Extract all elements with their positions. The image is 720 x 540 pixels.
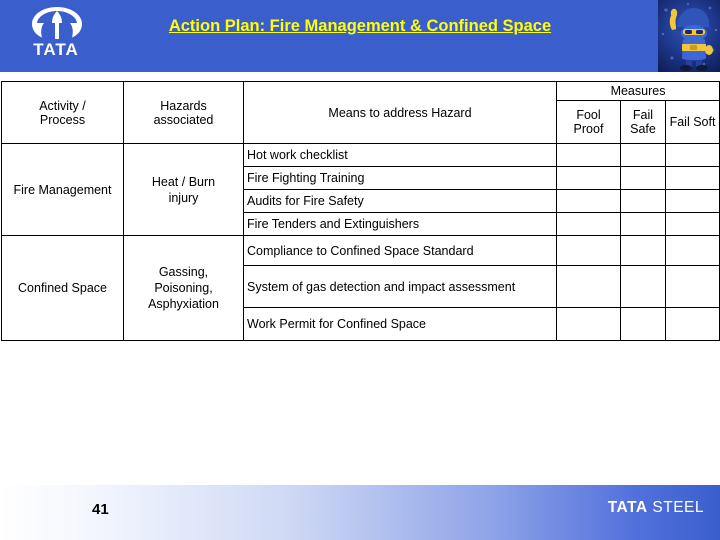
marker-fool-proof — [556, 235, 621, 266]
action-plan-table: Activity / Process Hazards associated Me… — [1, 81, 720, 341]
page-number: 41 — [92, 501, 109, 518]
marker-fail-soft — [664, 307, 720, 341]
column-header-means: Means to address Hazard — [243, 81, 557, 144]
column-header-hazards: Hazards associated — [123, 81, 244, 144]
cell-means: Compliance to Confined Space Standard — [243, 235, 557, 266]
tata-logo: TATA — [14, 6, 98, 68]
cell-hazard-confined-space: Gassing, Poisoning, Asphyxiation — [123, 235, 244, 341]
marker-fail-soft — [664, 265, 720, 308]
marker-fail-soft — [664, 143, 720, 167]
marker-fool-proof — [556, 166, 621, 190]
cell-means: System of gas detection and impact asses… — [243, 265, 557, 308]
table-header-row-1: Activity / Process Hazards associated Me… — [1, 81, 720, 144]
cell-hazard-line2: Poisoning, — [154, 281, 213, 295]
page-title: Action Plan: Fire Management & Confined … — [168, 17, 552, 35]
cell-activity-confined-space: Confined Space — [1, 235, 124, 341]
column-header-hazards-line2: associated — [153, 112, 214, 127]
tata-steel-footer-logo: TATA STEEL — [608, 499, 704, 517]
cell-hazard-line2: injury — [168, 190, 199, 205]
marker-fail-safe — [620, 307, 666, 341]
marker-fail-safe — [620, 212, 666, 236]
slide-header-band: TATA Action Plan: Fire Management & Conf… — [0, 0, 720, 72]
marker-fail-soft — [664, 166, 720, 190]
column-header-fail-safe: Fail Safe — [620, 100, 666, 144]
cell-means: Audits for Fire Safety — [243, 189, 557, 213]
slide-footer-band: 41 TATA STEEL — [0, 485, 720, 540]
footer-logo-steel: STEEL — [652, 499, 704, 516]
marker-fool-proof — [556, 189, 621, 213]
table-row: Confined Space Gassing, Poisoning, Asphy… — [1, 235, 720, 341]
column-group-header-measures: Measures — [555, 81, 720, 101]
marker-fool-proof — [556, 265, 621, 308]
cell-hazard-line1: Heat / Burn — [151, 174, 216, 189]
marker-fail-safe — [620, 235, 666, 266]
marker-fail-soft — [664, 212, 720, 236]
marker-fool-proof — [556, 143, 621, 167]
cell-hazard-fire-management: Heat / Burn injury — [123, 143, 244, 236]
marker-fail-safe — [620, 166, 666, 190]
column-header-activity-line1: Activity / — [39, 98, 86, 113]
cell-means: Fire Fighting Training — [243, 166, 557, 190]
cell-hazard-line3: Asphyxiation — [148, 297, 219, 311]
column-header-fool-proof: Fool Proof — [556, 100, 621, 144]
table-body: Fire Management Heat / Burn injury Hot w… — [1, 143, 720, 341]
marker-fail-safe — [620, 189, 666, 213]
column-header-hazards-line1: Hazards — [160, 98, 207, 113]
table-row: Fire Management Heat / Burn injury Hot w… — [1, 143, 720, 236]
column-header-fail-soft: Fail Soft — [664, 100, 720, 144]
column-header-activity: Activity / Process — [1, 81, 124, 144]
marker-fool-proof — [556, 212, 621, 236]
table-header: Activity / Process Hazards associated Me… — [1, 81, 720, 144]
safety-mascot-icon — [658, 0, 720, 72]
marker-fail-safe — [620, 265, 666, 308]
marker-fool-proof — [556, 307, 621, 341]
footer-logo-tata: TATA — [607, 499, 648, 516]
cell-activity-fire-management: Fire Management — [1, 143, 124, 236]
column-header-activity-line2: Process — [39, 112, 86, 127]
cell-means: Fire Tenders and Extinguishers — [243, 212, 557, 236]
tata-t-emblem-icon — [31, 6, 83, 40]
marker-fail-safe — [620, 143, 666, 167]
marker-fail-soft — [664, 189, 720, 213]
marker-fail-soft — [664, 235, 720, 266]
cell-hazard-line1: Gassing, — [158, 265, 209, 279]
cell-means: Work Permit for Confined Space — [243, 307, 557, 341]
cell-means: Hot work checklist — [243, 143, 557, 167]
tata-wordmark: TATA — [33, 40, 79, 59]
